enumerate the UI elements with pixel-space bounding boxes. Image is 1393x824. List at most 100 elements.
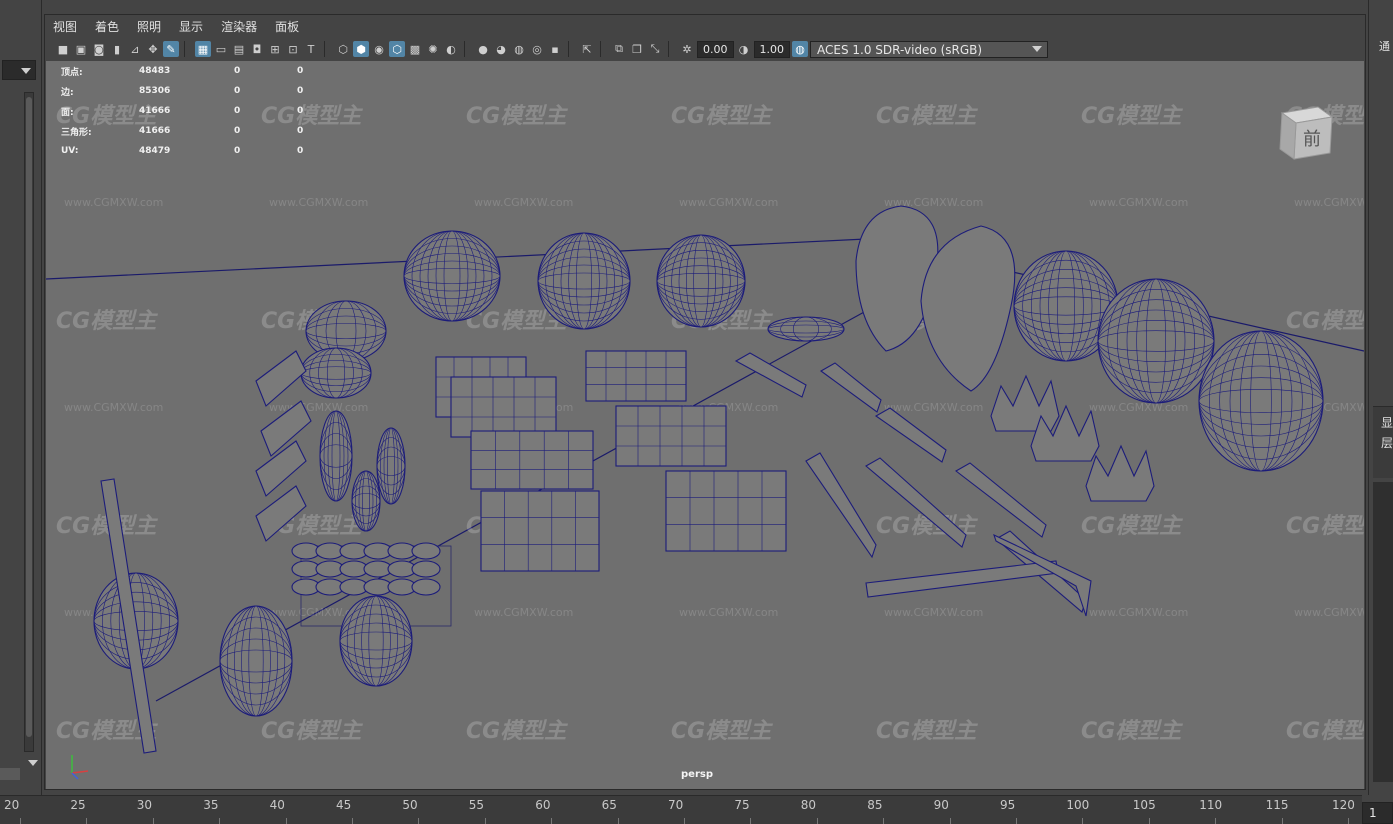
chest-mesh	[665, 470, 787, 552]
sword-mesh	[805, 452, 877, 559]
frame-tick	[617, 818, 619, 824]
3d-viewport[interactable]: CG模型主 CG模型主 CG模型主 CG模型主 CG模型主 CG模型主 CG模型主 CG模型主…	[46, 61, 1364, 789]
menu-shading[interactable]: 着色	[95, 18, 119, 35]
ssao-icon[interactable]: ●	[475, 41, 491, 57]
smooth-shade-icon[interactable]: ⬢	[353, 41, 369, 57]
exposure-icon[interactable]: ✲	[679, 41, 695, 57]
exposure-field[interactable]: 0.00	[697, 40, 734, 58]
color-space-dropdown[interactable]: ACES 1.0 SDR-video (sRGB)	[810, 40, 1048, 58]
gate-mask-icon[interactable]: ◘	[249, 41, 265, 57]
pan-zoom-icon[interactable]: ✥	[145, 41, 161, 57]
xray-joints-icon[interactable]: ❐	[629, 41, 645, 57]
2d-pan-icon[interactable]: ⊿	[127, 41, 143, 57]
frame-tick-label: 20	[4, 798, 20, 812]
axis-gizmo	[71, 755, 89, 780]
hud-label: 边:	[61, 87, 74, 98]
grid-icon[interactable]: ▦	[195, 41, 211, 57]
gem-mesh	[255, 350, 307, 407]
watermark-url: www.CGMXW.com	[1294, 606, 1364, 619]
channel-box-tab[interactable]: 通	[1379, 38, 1393, 54]
menu-renderer[interactable]: 渲染器	[221, 18, 257, 35]
watermark-url: www.CGMXW.com	[269, 401, 368, 414]
watermark-logo: CG模型主	[56, 309, 158, 334]
left-dropdown[interactable]	[2, 60, 36, 80]
watermark-logo: CG模型主	[1081, 104, 1183, 129]
left-scrollbar[interactable]	[24, 92, 34, 752]
view-cube[interactable]: 前	[1278, 103, 1334, 161]
hud-icon[interactable]: ▪	[547, 41, 563, 57]
frame-tick-label: 65	[601, 798, 617, 812]
field-chart-icon[interactable]: ⊞	[267, 41, 283, 57]
motion-blur-icon[interactable]: ◕	[493, 41, 509, 57]
menu-view[interactable]: 视图	[53, 18, 77, 35]
shadows-icon[interactable]: ◐	[443, 41, 459, 57]
time-slider[interactable]: 20 25 30 35 40 45 50 55 60 65 70 75 80 85 90 95 100 105 11…	[0, 795, 1362, 824]
display-tab[interactable]: 显	[1381, 414, 1393, 431]
resolution-gate-icon[interactable]: ▤	[231, 41, 247, 57]
menu-panels[interactable]: 面板	[275, 18, 299, 35]
chevron-down-icon[interactable]	[28, 760, 38, 766]
hud-value: 0	[297, 106, 304, 116]
safe-title-icon[interactable]: T	[303, 41, 319, 57]
sword-mesh	[819, 362, 882, 413]
hud-value: 85306	[139, 86, 171, 96]
lights-icon[interactable]: ✺	[425, 41, 441, 57]
frame-tick	[152, 818, 154, 824]
camera-attr-icon[interactable]: ▣	[73, 41, 89, 57]
maya-window: 视图 着色 照明 显示 渲染器 面板 ■ ▣ ◙ ▮ ⊿ ✥ ✎ ▦ ▭ ▤ ◘…	[0, 0, 1393, 824]
hud-row: 顶点: 48483 0 0	[61, 61, 327, 81]
hud-label: 三角形:	[61, 127, 92, 138]
watermark-logo: CG模型主	[261, 719, 363, 744]
ring-mesh	[767, 316, 845, 342]
frame-tick-label: 75	[734, 798, 750, 812]
layer-tab[interactable]: 层	[1381, 434, 1393, 451]
safe-action-icon[interactable]: ⊡	[285, 41, 301, 57]
hud-value: 0	[234, 106, 241, 116]
layer-list	[1373, 482, 1393, 782]
bounding-box-icon[interactable]: ⬡	[389, 41, 405, 57]
image-plane-icon[interactable]: ▮	[109, 41, 125, 57]
current-frame-field[interactable]: 1	[1362, 802, 1393, 824]
textured-icon[interactable]: ▩	[407, 41, 423, 57]
poly-count-hud: 顶点: 48483 0 0 边: 85306 0 0 面: 41666 0 0 三角形: 41666…	[61, 61, 327, 161]
left-bottom-bar	[0, 768, 20, 780]
aa-icon[interactable]: ◍	[511, 41, 527, 57]
gamma-icon[interactable]: ◑	[736, 41, 752, 57]
coin-stack-mesh	[376, 427, 406, 505]
viewport-panel: 视图 着色 照明 显示 渲染器 面板 ■ ▣ ◙ ▮ ⊿ ✥ ✎ ▦ ▭ ▤ ◘…	[44, 14, 1366, 790]
gamma-field[interactable]: 1.00	[753, 40, 790, 58]
xray-components-icon[interactable]: ⤡	[647, 41, 663, 57]
hud-value: 41666	[139, 126, 171, 136]
watermark-url: www.CGMXW.com	[679, 196, 778, 209]
frame-tick-label: 55	[468, 798, 485, 812]
watermark-logo: CG模型主	[671, 104, 773, 129]
frame-tick-label: 50	[402, 798, 418, 812]
wireframe-icon[interactable]: ⬡	[335, 41, 351, 57]
chest-mesh	[615, 405, 727, 467]
dof-icon[interactable]: ◎	[529, 41, 545, 57]
coin-stack-mesh	[351, 470, 381, 532]
watermark-url: www.CGMXW.com	[1294, 196, 1364, 209]
shade-wireframe-icon[interactable]: ◉	[371, 41, 387, 57]
xray-icon[interactable]: ⧉	[611, 41, 627, 57]
left-scrollbar-thumb[interactable]	[26, 97, 32, 737]
color-mgmt-icon[interactable]: ◍	[792, 41, 808, 57]
toolbar-divider	[600, 41, 606, 57]
frame-tick-label: 35	[203, 798, 219, 812]
camera-select-icon[interactable]: ■	[55, 41, 71, 57]
menu-show[interactable]: 显示	[179, 18, 203, 35]
watermark-url: www.CGMXW.com	[679, 606, 778, 619]
coin-stack-mesh	[319, 410, 353, 502]
isolate-icon[interactable]: ⇱	[579, 41, 595, 57]
bookmark-icon[interactable]: ◙	[91, 41, 107, 57]
frame-tick	[20, 818, 21, 824]
grease-pencil-icon[interactable]: ✎	[163, 41, 179, 57]
frame-tick	[1148, 818, 1150, 824]
film-gate-icon[interactable]: ▭	[213, 41, 229, 57]
watermark-url: www.CGMXW.com	[269, 196, 368, 209]
frame-tick	[1016, 818, 1017, 824]
hud-value: 48483	[139, 66, 171, 76]
hud-value: 0	[297, 66, 304, 76]
menu-lighting[interactable]: 照明	[137, 18, 161, 35]
sword-mesh	[734, 352, 807, 398]
